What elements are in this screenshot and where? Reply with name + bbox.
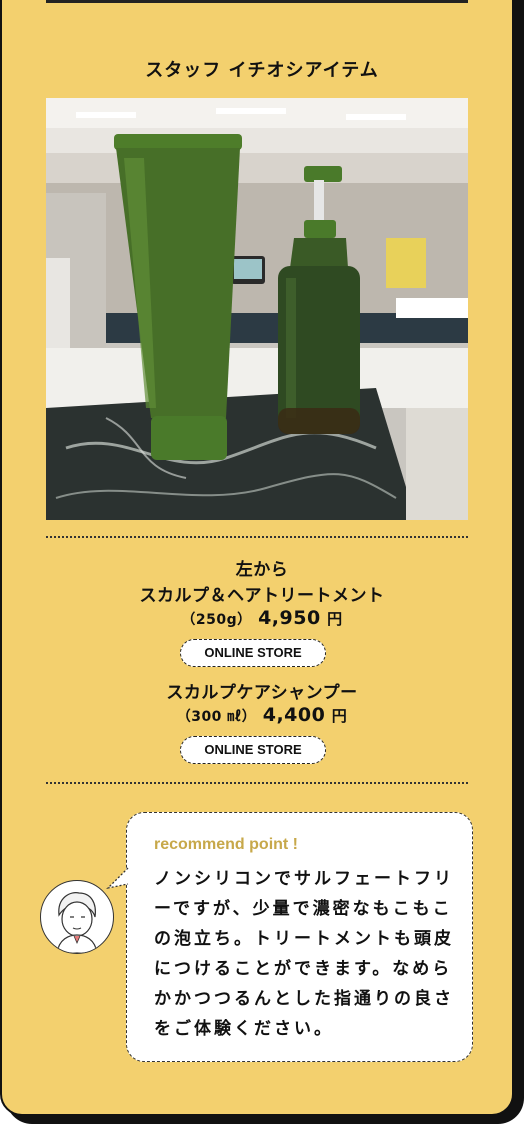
divider-bottom bbox=[46, 782, 468, 784]
top-rule bbox=[46, 0, 468, 3]
product-name-treatment: スカルプ＆ヘアトリートメント bbox=[139, 586, 385, 606]
divider-top bbox=[46, 536, 468, 538]
product-size: （250g） bbox=[181, 612, 252, 628]
product-price-shampoo: （300 ㎖） 4,400 円 bbox=[0, 704, 524, 726]
price-value: 4,400 bbox=[262, 704, 326, 726]
product-size: （300 ㎖） bbox=[176, 709, 257, 725]
yen-label: 円 bbox=[331, 707, 348, 725]
online-store-button-shampoo[interactable]: ONLINE STORE bbox=[180, 736, 326, 764]
online-store-button-treatment[interactable]: ONLINE STORE bbox=[180, 639, 326, 667]
product-price-treatment: （250g） 4,950 円 bbox=[0, 607, 524, 629]
yen-label: 円 bbox=[327, 610, 343, 628]
price-value: 4,950 bbox=[258, 607, 321, 629]
recommend-body: ノンシリコンでサルフェートフリーですが、少量で濃密なもこもこの泡立ち。トリートメ… bbox=[154, 869, 454, 1039]
section-title: スタッフ イチオシアイテム bbox=[145, 60, 379, 81]
bubble-tail bbox=[106, 867, 129, 890]
staff-avatar bbox=[40, 880, 114, 954]
product-name-shampoo: スカルプケアシャンプー bbox=[166, 683, 358, 703]
intro-text: 左から bbox=[235, 560, 289, 580]
product-photo bbox=[46, 98, 468, 520]
recommend-title: recommend point ! bbox=[154, 836, 299, 853]
